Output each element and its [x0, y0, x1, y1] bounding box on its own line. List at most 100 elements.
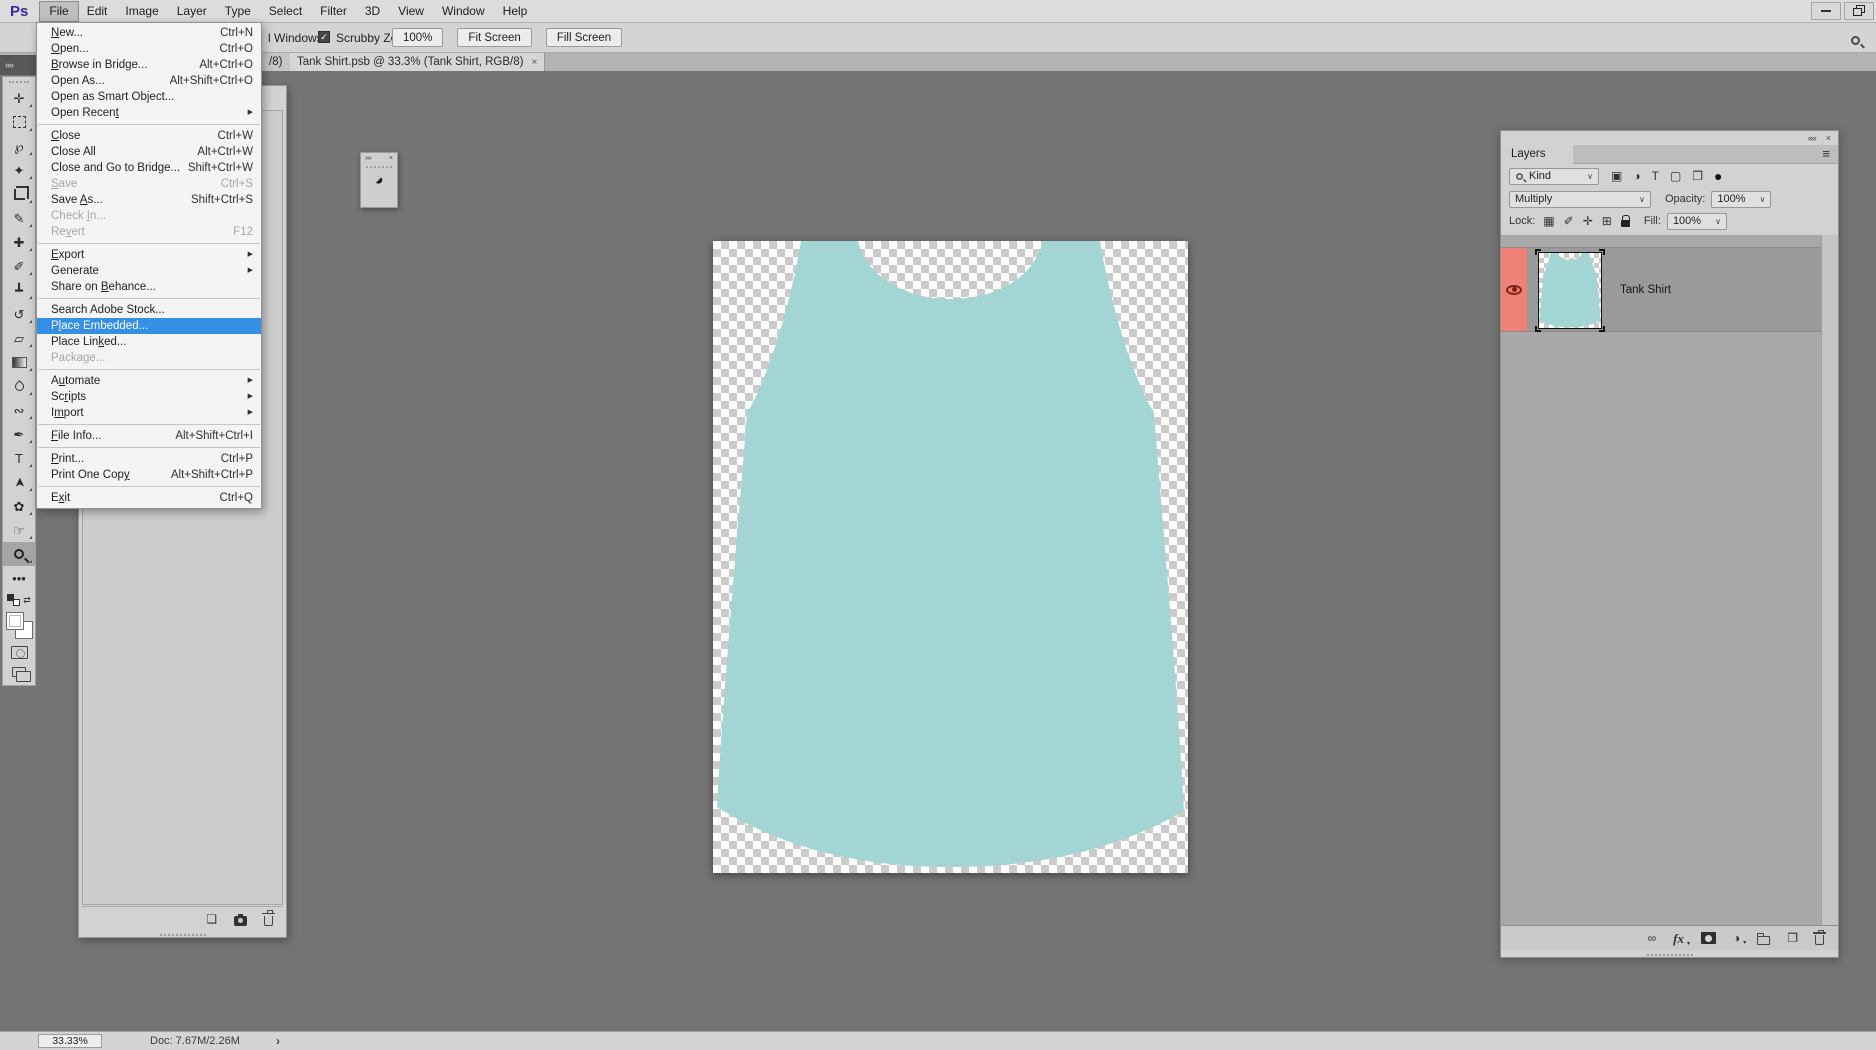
file-menu-item-new[interactable]: New...Ctrl+N	[37, 25, 261, 41]
lock-transparency-toggle[interactable]: ▦	[1543, 215, 1554, 227]
blur-tool[interactable]	[3, 374, 35, 398]
history-brush-tool[interactable]: ↺	[3, 302, 35, 326]
file-menu-item-file-info[interactable]: File Info...Alt+Shift+Ctrl+I	[37, 428, 261, 444]
minimize-button[interactable]	[1811, 2, 1841, 20]
fill-dropdown[interactable]: 100% ∨	[1667, 213, 1727, 230]
filter-shape-layers-button[interactable]: ▢	[1670, 170, 1681, 182]
active-document-tab[interactable]: Tank Shirt.psb @ 33.3% (Tank Shirt, RGB/…	[290, 53, 545, 71]
custom-shape-tool[interactable]: ✿	[3, 494, 35, 518]
filter-type-layers-button[interactable]: T	[1652, 170, 1659, 182]
filter-kind-dropdown[interactable]: Kind ∨	[1509, 168, 1599, 185]
file-menu-item-close-all[interactable]: Close AllAlt+Ctrl+W	[37, 144, 261, 160]
swap-colors-icon[interactable]: ⇄	[23, 595, 31, 606]
layer-effects-button[interactable]: fx	[1673, 932, 1684, 945]
clone-stamp-tool[interactable]: ┻	[3, 278, 35, 302]
path-selection-tool[interactable]: ➤	[3, 470, 35, 494]
file-menu-item-automate[interactable]: Automate▶	[37, 373, 261, 389]
close-icon[interactable]: ×	[531, 57, 537, 68]
file-menu-item-exit[interactable]: ExitCtrl+Q	[37, 490, 261, 506]
blend-mode-dropdown[interactable]: Multiply ∨	[1509, 191, 1651, 208]
link-layers-button[interactable]: ∞	[1648, 932, 1657, 944]
menubar-item-layer[interactable]: Layer	[168, 2, 216, 21]
lasso-tool[interactable]: ℘	[3, 134, 35, 158]
file-menu-item-open-recent[interactable]: Open Recent▶	[37, 105, 261, 121]
new-group-button[interactable]	[1757, 932, 1770, 945]
adjustment-layer-button[interactable]: ◑	[1733, 932, 1740, 944]
expand-panel-button[interactable]: »»	[365, 155, 371, 162]
file-menu-item-open[interactable]: Open...Ctrl+O	[37, 41, 261, 57]
collapse-panels-button[interactable]: ««	[1808, 133, 1816, 143]
file-menu-item-scripts[interactable]: Scripts▶	[37, 389, 261, 405]
file-menu-item-place-linked[interactable]: Place Linked...	[37, 334, 261, 350]
layer-thumbnail[interactable]	[1538, 252, 1602, 329]
file-menu-item-search-adobe-stock[interactable]: Search Adobe Stock...	[37, 302, 261, 318]
zoom-level-field[interactable]: 33.33%	[38, 1034, 102, 1048]
rectangular-marquee-tool[interactable]	[3, 110, 35, 134]
spot-healing-brush-tool[interactable]: ✚	[3, 230, 35, 254]
opacity-dropdown[interactable]: 100% ∨	[1711, 191, 1771, 208]
file-menu-item-share-on-behance[interactable]: Share on Behance...	[37, 279, 261, 295]
search-button[interactable]	[1851, 32, 1860, 50]
default-colors-button[interactable]	[7, 594, 20, 606]
restore-button[interactable]	[1844, 2, 1874, 20]
layer-name[interactable]: Tank Shirt	[1620, 284, 1671, 296]
file-menu-item-close-and-go-to-bridge[interactable]: Close and Go to Bridge...Shift+Ctrl+W	[37, 160, 261, 176]
filter-adjustment-layers-button[interactable]: ◑	[1633, 170, 1640, 182]
quick-selection-tool[interactable]: ✦	[3, 158, 35, 182]
move-tool[interactable]: ✛	[3, 86, 35, 110]
layer-row-tank-shirt[interactable]: Tank Shirt	[1501, 247, 1821, 332]
file-menu-item-import[interactable]: Import▶	[37, 405, 261, 421]
lock-position-toggle[interactable]: ✛	[1583, 215, 1593, 227]
layers-scrollbar[interactable]	[1821, 235, 1838, 925]
close-icon[interactable]: ×	[1826, 133, 1831, 143]
menubar-item-file[interactable]: File	[40, 2, 77, 21]
smudge-tool[interactable]: ∾	[3, 398, 35, 422]
layer-visibility-cell[interactable]	[1501, 248, 1528, 331]
panel-resize-grip[interactable]	[1647, 954, 1693, 956]
toolbar-collapse-button[interactable]: »»	[0, 55, 38, 75]
menubar-item-edit[interactable]: Edit	[78, 2, 117, 21]
eyedropper-tool[interactable]: ✎	[3, 206, 35, 230]
file-menu-item-print[interactable]: Print...Ctrl+P	[37, 451, 261, 467]
new-document-from-state-button[interactable]: ❏	[206, 913, 217, 925]
file-menu-item-print-one-copy[interactable]: Print One CopyAlt+Shift+Ctrl+P	[37, 467, 261, 483]
file-menu-item-browse-in-bridge[interactable]: Browse in Bridge...Alt+Ctrl+O	[37, 57, 261, 73]
lock-all-toggle[interactable]	[1621, 215, 1630, 227]
options-button-fit-screen[interactable]: Fit Screen	[457, 28, 531, 47]
scrubby-zoom-checkbox[interactable]: ✓	[318, 31, 330, 43]
new-layer-button[interactable]: ❐	[1787, 932, 1798, 944]
close-icon[interactable]: ×	[389, 155, 393, 162]
file-menu-item-export[interactable]: Export▶	[37, 247, 261, 263]
hand-tool[interactable]: ☞	[3, 518, 35, 542]
panel-menu-icon[interactable]: ≡	[1822, 146, 1830, 161]
menubar-item-type[interactable]: Type	[216, 2, 260, 21]
options-button-fill-screen[interactable]: Fill Screen	[546, 28, 622, 47]
eraser-tool[interactable]: ▱	[3, 326, 35, 350]
pen-tool[interactable]: ✒	[3, 422, 35, 446]
gradient-tool[interactable]	[3, 350, 35, 374]
document-canvas[interactable]	[713, 241, 1188, 873]
menubar-item-window[interactable]: Window	[433, 2, 494, 21]
adjustments-icon[interactable]: ◑	[369, 170, 388, 189]
panel-grip[interactable]	[366, 166, 392, 168]
foreground-color-swatch[interactable]	[6, 612, 24, 630]
status-options-chevron[interactable]: ›	[276, 1032, 280, 1050]
quick-mask-mode-button[interactable]	[11, 646, 28, 659]
file-menu-item-open-as-smart-object[interactable]: Open as Smart Object...	[37, 89, 261, 105]
delete-layer-button[interactable]	[1815, 931, 1824, 945]
layers-tab[interactable]: Layers	[1501, 145, 1573, 164]
menubar-item-3d[interactable]: 3D	[356, 2, 389, 21]
filter-smart-objects-button[interactable]: ❐	[1692, 170, 1703, 182]
file-menu-item-open-as[interactable]: Open As...Alt+Shift+Ctrl+O	[37, 73, 261, 89]
file-menu-item-save-as[interactable]: Save As...Shift+Ctrl+S	[37, 192, 261, 208]
menubar-item-view[interactable]: View	[389, 2, 433, 21]
horizontal-type-tool[interactable]: T	[3, 446, 35, 470]
crop-tool[interactable]	[3, 182, 35, 206]
file-menu-item-place-embedded[interactable]: Place Embedded...	[37, 318, 261, 334]
toolbar-grip[interactable]	[9, 81, 29, 83]
add-layer-mask-button[interactable]	[1701, 932, 1716, 944]
filtering-toggle[interactable]: ●	[1714, 169, 1722, 183]
menubar-item-image[interactable]: Image	[116, 2, 167, 21]
brush-tool[interactable]: ✐	[3, 254, 35, 278]
edit-toolbar-button[interactable]: •••	[3, 566, 35, 590]
